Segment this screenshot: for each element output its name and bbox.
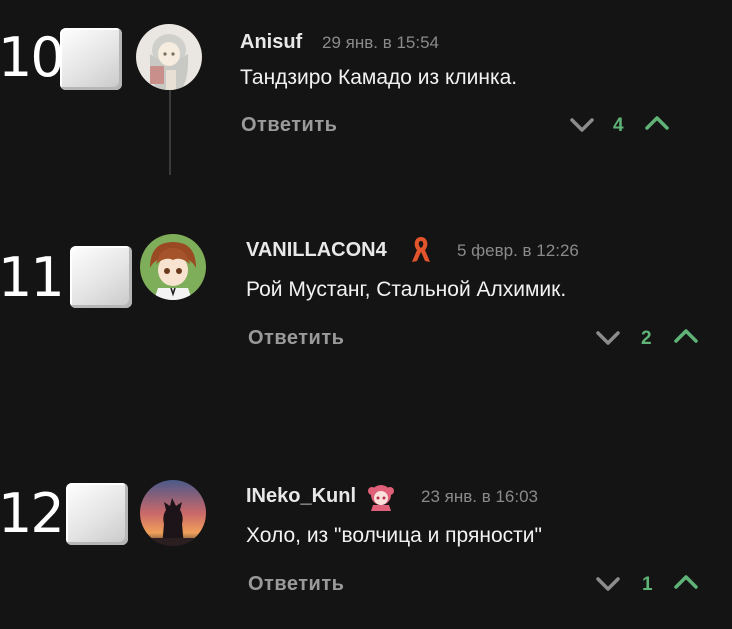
ribbon-icon xyxy=(412,237,430,262)
comment-time: 5 февр. в 12:26 xyxy=(457,241,579,260)
vote-count: 1 xyxy=(642,574,653,595)
reply-button[interactable]: Ответить xyxy=(248,327,344,350)
anime-boy-avatar xyxy=(140,234,206,300)
avatar[interactable] xyxy=(140,480,206,546)
chevron-up-icon[interactable] xyxy=(673,327,699,345)
comment-text: Холо, из "волчица и пряности" xyxy=(246,524,542,547)
chevron-down-icon[interactable] xyxy=(595,329,621,347)
chevron-up-icon[interactable] xyxy=(673,573,699,591)
reply-button[interactable]: Ответить xyxy=(248,573,344,596)
white-square-icon xyxy=(66,483,128,545)
anime-girl-badge-icon xyxy=(368,485,394,511)
vote-count: 2 xyxy=(641,328,652,349)
rank-number: 11 xyxy=(0,246,65,309)
comment-item: 12 INeko_Kunl 23 янв. в 16:03 Холо, из "… xyxy=(0,0,732,595)
comment-time: 23 янв. в 16:03 xyxy=(421,487,538,506)
author-name[interactable]: INeko_Kunl xyxy=(246,485,356,508)
author-name[interactable]: VANILLACON4 xyxy=(246,239,387,262)
white-square-icon xyxy=(70,246,132,308)
avatar[interactable] xyxy=(140,234,206,300)
rank-number: 12 xyxy=(0,482,65,545)
comment-text: Рой Мустанг, Стальной Алхимик. xyxy=(246,278,567,301)
sunset-silhouette-avatar xyxy=(140,480,206,546)
chevron-down-icon[interactable] xyxy=(595,575,621,593)
